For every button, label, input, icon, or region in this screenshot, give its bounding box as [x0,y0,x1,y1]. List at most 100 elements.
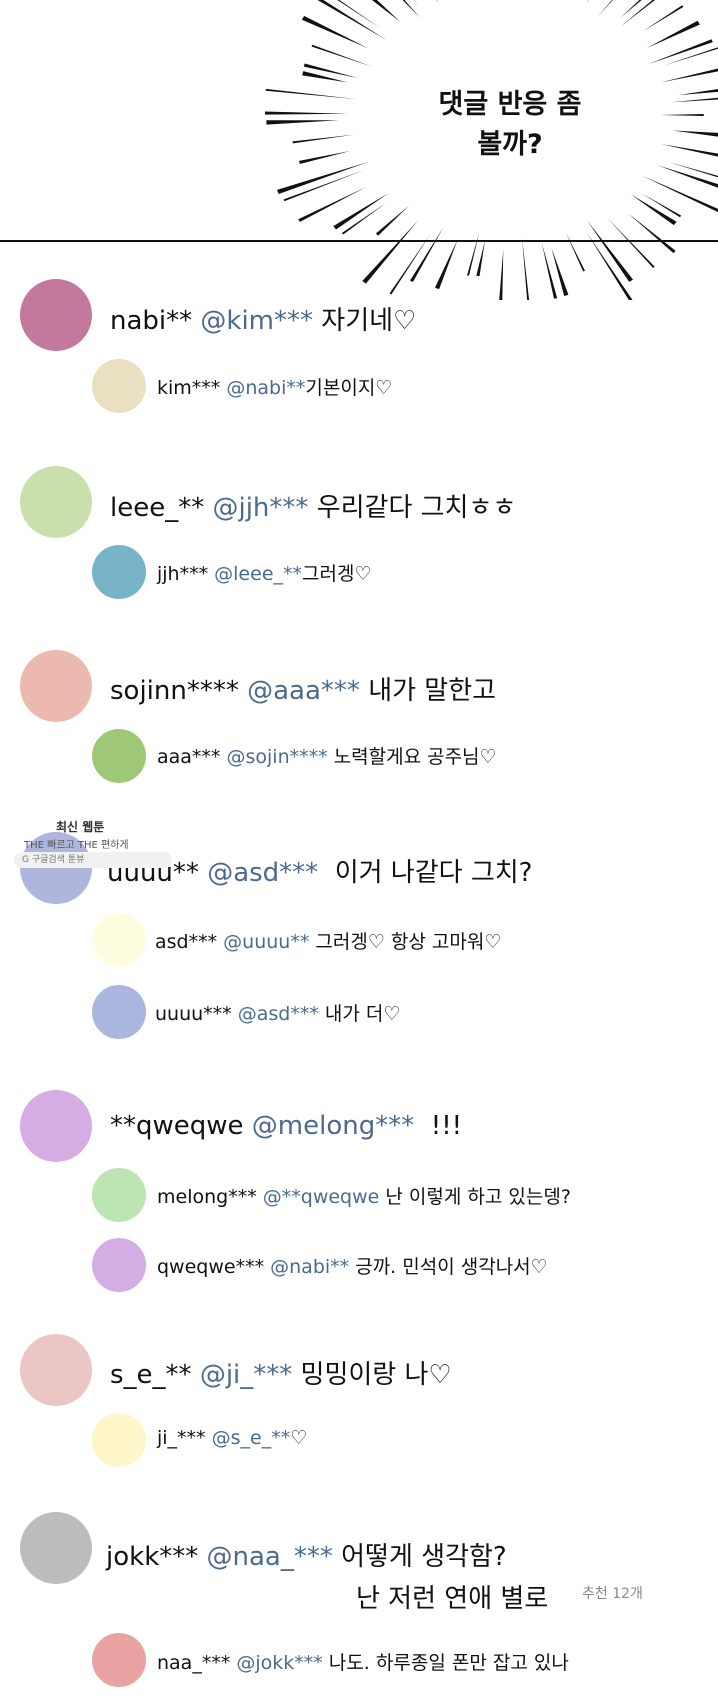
speed-line [389,234,431,295]
speed-line [467,232,480,276]
speed-line [277,161,370,194]
username[interactable]: qweqwe*** [157,1256,264,1278]
speech-burst [264,0,718,300]
avatar[interactable] [20,466,92,538]
comment-reply: ji_*** @s_e_**♡ [157,1427,307,1449]
speed-line [317,0,387,41]
username[interactable]: leee_** [110,493,204,523]
watermark-subtitle: THE 빠르고 THE 편하게 [24,840,129,851]
speed-line [311,44,373,67]
speed-line [565,232,585,272]
speed-line [586,0,589,4]
mention-link[interactable]: @asd*** [207,858,318,888]
mention-link[interactable]: @nabi** [270,1256,349,1278]
username[interactable]: kim*** [157,377,220,399]
speed-line [266,120,339,125]
username[interactable]: nabi** [110,306,192,336]
reply-avatar[interactable] [92,1413,146,1467]
reply-avatar[interactable] [92,913,146,967]
username[interactable]: ji_*** [157,1427,206,1449]
comment-reply: naa_*** @jokk*** 나도. 하루종일 폰만 잡고 있나 [157,1648,569,1675]
reply-avatar[interactable] [92,729,146,783]
mention-link[interactable]: @melong*** [252,1111,414,1141]
site-watermark: 최신 웹툰 THE 빠르고 THE 편하게 G 구글검색 툰뷰 [14,818,172,870]
mention-link[interactable]: @kim*** [200,306,313,336]
username[interactable]: s_e_** [110,1360,192,1390]
username[interactable]: **qweqwe [110,1111,244,1141]
comment-main: jokk*** @naa_*** 어떻게 생각함? [106,1536,507,1573]
avatar[interactable] [20,1512,92,1584]
reply-avatar[interactable] [92,1238,146,1292]
speed-line [265,88,358,100]
mention-link[interactable]: @uuuu** [223,931,309,953]
speed-line [410,227,444,282]
comment-text: 난 이렇게 하고 있는뎅? [385,1186,571,1208]
mention-link[interactable]: @jjh*** [212,493,308,523]
reply-avatar[interactable] [92,1168,146,1222]
comment-text: 이거 나같다 그치? [334,858,533,888]
comment-text: 기본이지♡ [305,377,393,399]
speed-line [660,68,718,83]
speed-line [678,89,718,96]
username[interactable]: sojinn**** [110,676,239,706]
speed-line [541,242,558,299]
speed-line [660,114,704,116]
avatar[interactable] [20,650,92,722]
comment-text: 우리같다 그치ㅎㅎ [316,493,517,523]
mention-link[interactable]: @**qweqwe [263,1186,380,1208]
comment-text: 내가 더♡ [324,1003,401,1025]
speed-line [292,134,355,144]
username[interactable]: melong*** [157,1186,257,1208]
recommend-count[interactable]: 추천 12개 [582,1583,643,1603]
speed-line [586,220,634,282]
comment-reply: uuuu*** @asd*** 내가 더♡ [155,999,400,1026]
comment-text: 내가 말한고 [368,676,497,706]
username[interactable]: jjh*** [157,563,208,585]
watermark-title: 최신 웹툰 [56,820,105,834]
mention-link[interactable]: @jokk*** [236,1652,322,1674]
speed-line [668,161,718,178]
mention-link[interactable]: @s_e_** [212,1427,291,1449]
speed-line [413,0,419,6]
mention-link[interactable]: @naa_*** [207,1542,333,1572]
username[interactable]: uuuu*** [155,1003,232,1025]
mention-link[interactable]: @ji_*** [200,1360,292,1390]
username[interactable]: naa_*** [157,1652,230,1674]
mention-link[interactable]: @nabi** [226,377,305,399]
speed-line [298,187,366,222]
speed-line [672,130,718,137]
avatar[interactable] [20,1334,92,1406]
mention-link[interactable]: @sojin**** [226,746,327,768]
reply-avatar[interactable] [92,985,146,1039]
mention-link[interactable]: @leee_** [214,563,302,585]
speed-line [586,232,633,300]
speed-line [657,165,718,188]
comment-text: 밍밍이랑 나♡ [300,1360,452,1390]
reply-avatar[interactable] [92,545,146,599]
reply-avatar[interactable] [92,359,146,413]
speed-line [476,240,485,277]
avatar[interactable] [20,1090,92,1162]
speed-line [362,219,419,284]
speed-line [670,97,718,103]
speed-line [402,0,421,18]
comment-main: **qweqwe @melong*** !!! [110,1111,462,1141]
comment-text: ♡ [290,1427,308,1449]
comment-text: 나도. 하루종일 폰만 잡고 있나 [328,1652,569,1674]
mention-link[interactable]: @asd*** [238,1003,319,1025]
speed-line [522,237,530,300]
speed-line [264,111,348,115]
speed-line [660,144,718,157]
username[interactable]: aaa*** [157,746,220,768]
username[interactable]: asd*** [155,931,217,953]
speed-line [663,47,718,66]
mention-link[interactable]: @aaa*** [247,676,360,706]
username[interactable]: jokk*** [106,1542,198,1572]
speed-line [499,248,504,300]
comment-main: nabi** @kim*** 자기네♡ [110,300,416,337]
comment-main: s_e_** @ji_*** 밍밍이랑 나♡ [110,1354,452,1391]
reply-avatar[interactable] [92,1633,146,1687]
avatar[interactable] [20,279,92,351]
speech-bubble-text: 댓글 반응 좀 볼까? [410,85,610,165]
comment-text: 자기네♡ [321,306,417,336]
